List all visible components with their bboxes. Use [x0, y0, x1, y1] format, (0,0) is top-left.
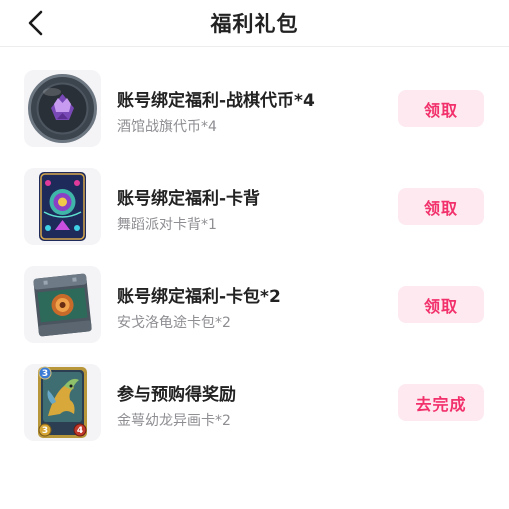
reward-subtitle: 安戈洛龟途卡包*2 — [117, 315, 231, 331]
reward-item-preorder: 3 3 4 参与预购得奖励 金萼幼龙异画卡*2 去完成 — [0, 364, 509, 442]
top-nav-bar: 福利礼包 — [0, 0, 509, 47]
reward-thumbnail — [24, 168, 101, 245]
reward-subtitle: 金萼幼龙异画卡*2 — [117, 413, 231, 429]
reward-title: 参与预购得奖励 — [117, 385, 236, 405]
claim-button[interactable]: 领取 — [398, 188, 484, 225]
battlegrounds-token-icon — [28, 74, 97, 143]
go-complete-button[interactable]: 去完成 — [398, 384, 484, 421]
page-title: 福利礼包 — [210, 12, 299, 36]
card-health: 4 — [77, 426, 83, 436]
reward-item-card-back: 账号绑定福利-卡背 舞蹈派对卡背*1 领取 — [0, 168, 509, 246]
claim-button[interactable]: 领取 — [398, 90, 484, 127]
dragon-card-icon: 3 3 4 — [38, 366, 87, 438]
reward-title: 账号绑定福利-卡背 — [117, 189, 261, 209]
card-back-icon — [39, 172, 86, 241]
reward-subtitle: 舞蹈派对卡背*1 — [117, 217, 217, 233]
card-attack: 3 — [42, 426, 48, 436]
card-pack-icon — [33, 273, 92, 337]
claim-button[interactable]: 领取 — [398, 286, 484, 323]
reward-thumbnail — [24, 266, 101, 343]
reward-subtitle: 酒馆战旗代币*4 — [117, 119, 217, 135]
card-cost: 3 — [42, 369, 48, 379]
reward-thumbnail — [24, 70, 101, 147]
reward-thumbnail: 3 3 4 — [24, 364, 101, 441]
reward-title: 账号绑定福利-卡包*2 — [117, 287, 281, 307]
reward-item-bg-tokens: 账号绑定福利-战棋代币*4 酒馆战旗代币*4 领取 — [0, 70, 509, 148]
reward-title: 账号绑定福利-战棋代币*4 — [117, 91, 315, 111]
reward-item-card-packs: 账号绑定福利-卡包*2 安戈洛龟途卡包*2 领取 — [0, 266, 509, 344]
